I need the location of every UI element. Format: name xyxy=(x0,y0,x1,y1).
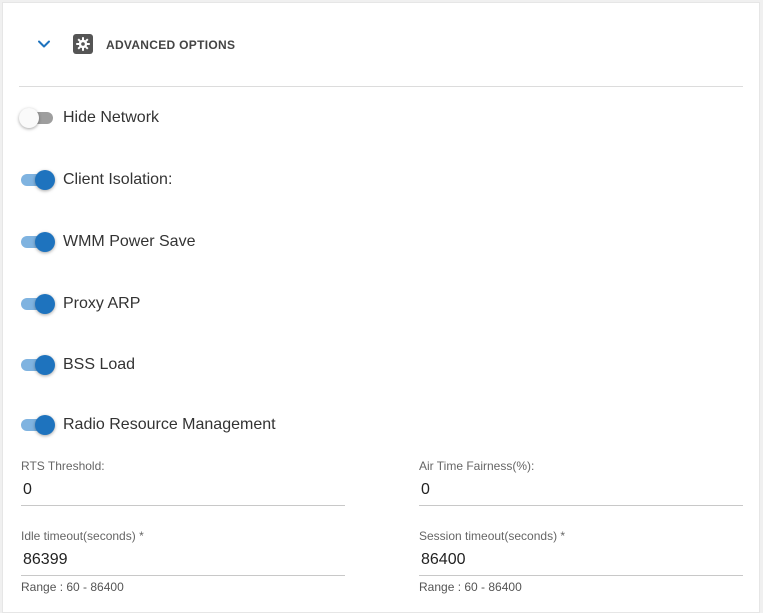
air-time-fairness-label: Air Time Fairness(%): xyxy=(419,459,535,473)
air-time-fairness-field: Air Time Fairness(%): xyxy=(419,459,743,506)
rts-threshold-label: RTS Threshold: xyxy=(21,459,105,473)
session-timeout-label-text: Session timeout(seconds) xyxy=(419,529,558,543)
rts-threshold-input[interactable] xyxy=(21,475,345,506)
toggle-row-hide-network: Hide Network xyxy=(19,105,159,131)
toggle-row-wmm-power-save: WMM Power Save xyxy=(19,229,195,255)
air-time-fairness-input[interactable] xyxy=(419,475,743,506)
idle-timeout-field: Idle timeout(seconds) * Range : 60 - 864… xyxy=(21,529,345,594)
toggle-row-client-isolation: Client Isolation: xyxy=(19,167,172,193)
idle-timeout-label-text: Idle timeout(seconds) xyxy=(21,529,136,543)
toggle-row-proxy-arp: Proxy ARP xyxy=(19,291,140,317)
advanced-options-card: ADVANCED OPTIONS Hide Network Client Iso… xyxy=(2,2,760,613)
toggle-label: Proxy ARP xyxy=(63,295,141,312)
session-timeout-input[interactable] xyxy=(419,545,743,576)
toggle-label: WMM Power Save xyxy=(63,233,196,250)
toggle-label: BSS Load xyxy=(63,356,136,373)
session-timeout-label: Session timeout(seconds) * xyxy=(419,529,743,545)
wmm-power-save-toggle[interactable] xyxy=(19,229,55,255)
divider xyxy=(19,86,743,87)
idle-timeout-hint: Range : 60 - 86400 xyxy=(21,580,124,594)
toggle-label: Hide Network xyxy=(63,109,160,126)
idle-timeout-label: Idle timeout(seconds) * xyxy=(21,529,345,545)
chevron-down-icon[interactable] xyxy=(36,36,52,52)
toggle-row-bss-load: BSS Load xyxy=(19,352,135,378)
radio-resource-management-toggle[interactable] xyxy=(19,412,55,438)
gear-icon xyxy=(73,34,93,54)
toggle-row-radio-resource-management: Radio Resource Management xyxy=(19,412,276,438)
section-header[interactable]: ADVANCED OPTIONS xyxy=(3,3,759,87)
bss-load-toggle[interactable] xyxy=(19,352,55,378)
hide-network-toggle[interactable] xyxy=(19,105,55,131)
session-timeout-field: Session timeout(seconds) * Range : 60 - … xyxy=(419,529,743,594)
idle-timeout-input[interactable] xyxy=(21,545,345,576)
toggle-label: Client Isolation: xyxy=(63,171,173,188)
client-isolation-toggle[interactable] xyxy=(19,167,55,193)
session-timeout-hint: Range : 60 - 86400 xyxy=(419,580,522,594)
proxy-arp-toggle[interactable] xyxy=(19,291,55,317)
toggle-label: Radio Resource Management xyxy=(63,416,276,433)
section-title: ADVANCED OPTIONS xyxy=(106,38,236,52)
required-marker: * xyxy=(560,529,566,543)
rts-threshold-field: RTS Threshold: xyxy=(21,459,345,506)
required-marker: * xyxy=(139,529,144,543)
